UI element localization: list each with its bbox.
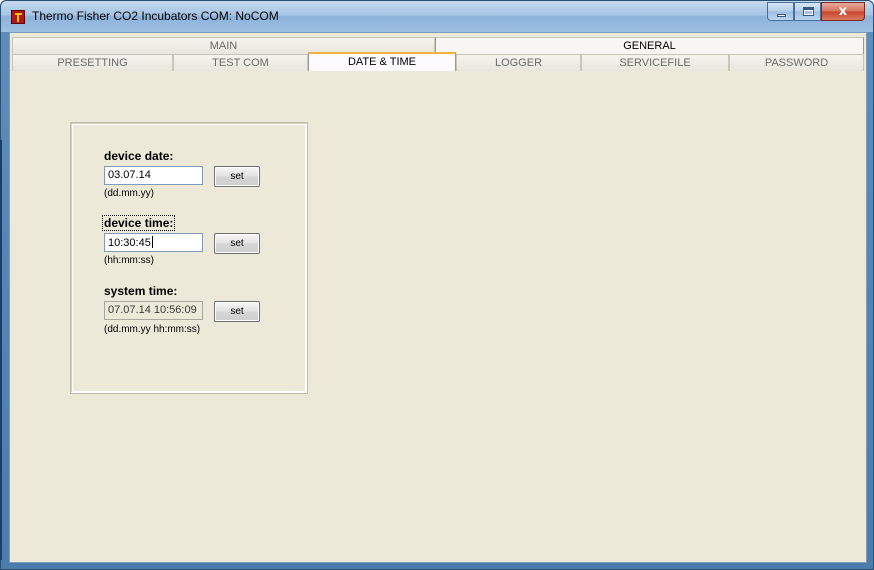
- system-time-field: 07.07.14 10:56:09: [104, 301, 203, 320]
- window-controls: x: [767, 2, 865, 21]
- tab-test-com[interactable]: TEST COM: [173, 54, 308, 71]
- window-left-border: [0, 140, 2, 560]
- thermo-fisher-logo-icon: [11, 10, 25, 24]
- tab-date-time[interactable]: DATE & TIME: [308, 52, 456, 71]
- close-button[interactable]: x: [821, 2, 865, 21]
- device-time-input[interactable]: 10:30:45: [104, 233, 203, 252]
- device-time-label: device time:: [101, 215, 176, 231]
- tab-presetting[interactable]: PRESETTING: [12, 54, 173, 71]
- close-icon: x: [838, 4, 848, 19]
- window-title: Thermo Fisher CO2 Incubators COM: NoCOM: [32, 9, 279, 23]
- text-caret: [151, 236, 153, 248]
- system-time-set-button[interactable]: set: [214, 301, 260, 322]
- system-time-label: system time:: [104, 284, 178, 298]
- device-date-label: device date:: [104, 149, 174, 163]
- device-date-input[interactable]: 03.07.14: [104, 166, 203, 185]
- tab-row-general: PRESETTING TEST COM DATE & TIME LOGGER S…: [12, 52, 864, 71]
- system-time-format-hint: (dd.mm.yy hh:mm:ss): [104, 324, 201, 335]
- device-time-value: 10:30:45: [108, 237, 151, 249]
- device-date-set-button[interactable]: set: [214, 166, 260, 187]
- minimize-icon: [777, 14, 786, 17]
- app-window: Thermo Fisher CO2 Incubators COM: NoCOM …: [0, 0, 874, 570]
- maximize-icon: [803, 7, 814, 16]
- tab-password[interactable]: PASSWORD: [729, 54, 864, 71]
- device-time-set-button[interactable]: set: [214, 233, 260, 254]
- minimize-button[interactable]: [767, 2, 794, 21]
- maximize-button[interactable]: [794, 2, 821, 21]
- title-bar[interactable]: Thermo Fisher CO2 Incubators COM: NoCOM …: [1, 1, 873, 32]
- tab-general[interactable]: GENERAL: [435, 37, 864, 54]
- device-date-format-hint: (dd.mm.yy): [104, 188, 154, 199]
- client-area: MAIN GENERAL PRESETTING TEST COM DATE & …: [9, 32, 867, 563]
- device-time-format-hint: (hh:mm:ss): [104, 255, 154, 266]
- tab-servicefile[interactable]: SERVICEFILE: [581, 54, 729, 71]
- tab-logger[interactable]: LOGGER: [456, 54, 581, 71]
